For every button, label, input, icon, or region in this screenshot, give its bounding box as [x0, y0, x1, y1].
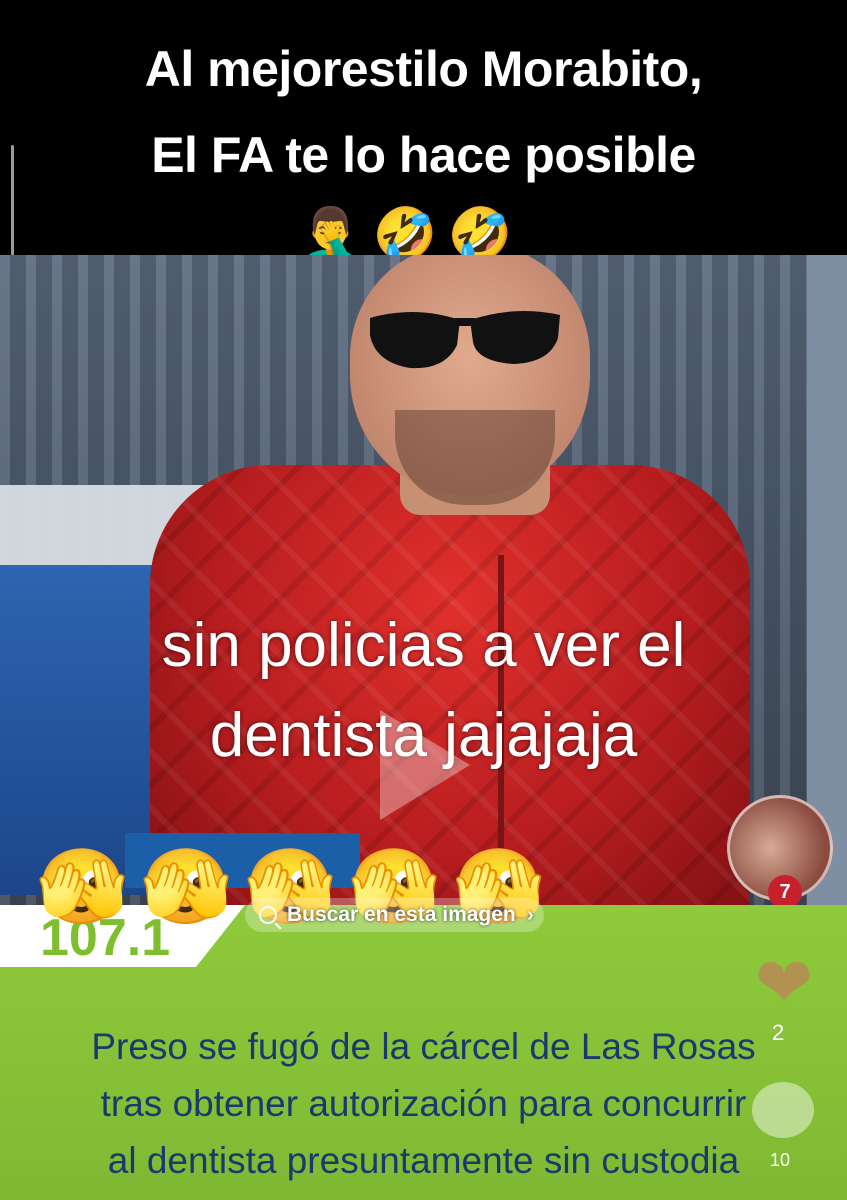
news-headline-line-3: al dentista presuntamente sin custodia [107, 1140, 740, 1181]
search-image-button[interactable]: Buscar en esta imagen › [245, 898, 544, 932]
face-peeking-emoji-icon: 🫣 [36, 845, 129, 928]
search-icon [259, 906, 277, 924]
news-headline-line-2: tras obtener autorización para concurrir [100, 1083, 747, 1124]
avatar-badge: 7 [768, 875, 802, 909]
news-headline-line-1: Preso se fugó de la cárcel de Las Rosas [91, 1026, 756, 1067]
sunglasses-icon [370, 311, 560, 369]
face-peeking-emoji-icon: 🫣 [140, 845, 233, 928]
overlay-title-line-1: Al mejorestilo Morabito, [144, 41, 703, 97]
search-image-label: Buscar en esta imagen [287, 903, 516, 926]
video-caption-line-1: sin policias a ver el [161, 611, 686, 680]
play-icon[interactable] [380, 710, 470, 820]
heart-icon[interactable]: ❤ [750, 948, 818, 1018]
chevron-right-icon: › [527, 904, 534, 926]
overlay-title-line-2: El FA te lo hace posible [151, 127, 696, 183]
video-frame[interactable]: sin policias a ver el dentista jajajaja … [0, 255, 847, 910]
